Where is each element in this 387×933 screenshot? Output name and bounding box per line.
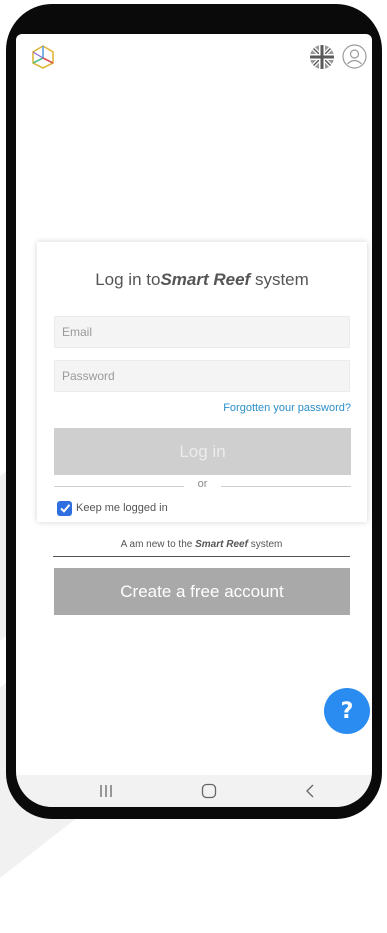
login-title-suffix: system	[250, 270, 309, 289]
prompt-underline	[53, 556, 350, 557]
checkmark-icon	[59, 504, 70, 513]
or-label: or	[197, 478, 208, 490]
keep-logged-in-row[interactable]: Keep me logged in	[57, 500, 168, 516]
help-button[interactable]: ?	[324, 688, 370, 734]
login-title-brand: Smart Reef	[160, 270, 251, 289]
home-icon[interactable]	[200, 783, 218, 799]
create-account-button[interactable]: Create a free account	[54, 568, 350, 615]
app-screen: Log in toSmart Reef system Forgotten you…	[16, 34, 372, 807]
system-nav-bar	[16, 775, 372, 807]
uk-flag-icon[interactable]	[310, 45, 334, 69]
forgot-password-link[interactable]: Forgotten your password?	[223, 402, 351, 414]
login-card: Log in toSmart Reef system Forgotten you…	[37, 242, 367, 522]
new-user-prompt: A am new to the Smart Reef system	[53, 539, 350, 550]
password-field[interactable]	[54, 360, 350, 392]
cube-logo-icon[interactable]	[30, 44, 56, 70]
new-user-prefix: A am new to the	[120, 539, 196, 550]
or-divider: or	[54, 478, 351, 492]
keep-logged-in-checkbox[interactable]	[57, 500, 72, 516]
divider-line	[221, 486, 351, 487]
back-icon[interactable]	[301, 783, 319, 799]
email-field[interactable]	[54, 316, 350, 348]
login-title: Log in toSmart Reef system	[37, 270, 367, 290]
keep-logged-in-label: Keep me logged in	[76, 502, 168, 514]
login-button[interactable]: Log in	[54, 428, 351, 475]
user-icon[interactable]	[342, 44, 367, 69]
phone-frame: Log in toSmart Reef system Forgotten you…	[6, 4, 382, 819]
recent-apps-icon[interactable]	[97, 783, 115, 799]
new-user-suffix: system	[247, 539, 283, 550]
new-user-brand: Smart Reef	[195, 539, 248, 550]
login-title-prefix: Log in to	[95, 270, 161, 289]
